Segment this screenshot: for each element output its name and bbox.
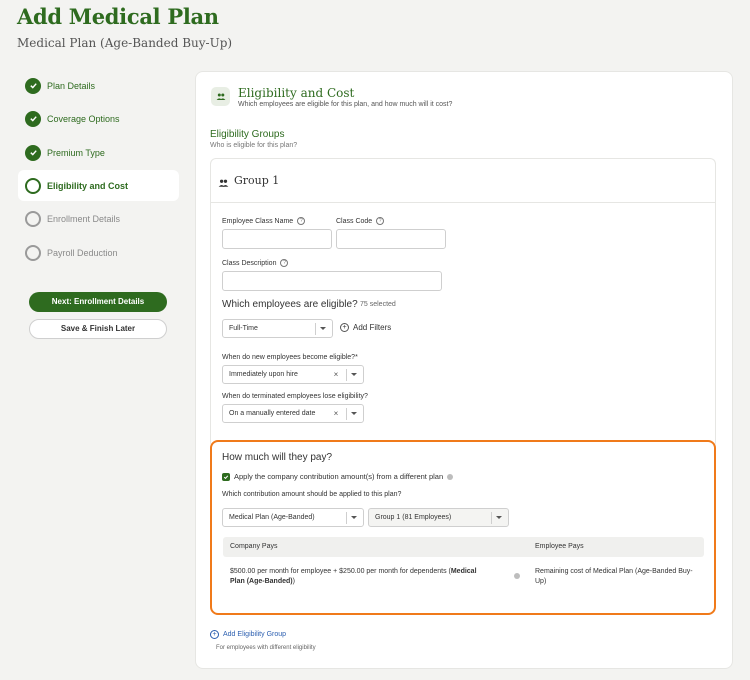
apply-contribution-checkbox[interactable] (222, 473, 230, 481)
contribution-table-header (223, 537, 704, 557)
employee-class-name-label: Employee Class Name? (222, 217, 306, 225)
next-button[interactable]: Next: Enrollment Details (29, 292, 167, 312)
divider (315, 322, 316, 335)
class-code-input[interactable] (336, 229, 446, 249)
divider (346, 368, 347, 381)
add-group-subtitle: For employees with different eligibility (216, 645, 316, 651)
help-icon[interactable]: ? (297, 217, 306, 225)
step-coverage-options[interactable]: Coverage Options (18, 103, 179, 134)
section-subtitle: Which employees are eligible for this pl… (238, 101, 453, 108)
company-pays-text: $500.00 per month for employee + $250.00… (230, 568, 451, 575)
plan-select[interactable]: Medical Plan (Age-Banded) (222, 508, 364, 527)
new-eligible-select[interactable]: Immediately upon hire × (222, 365, 364, 384)
pay-heading: How much will they pay? (222, 452, 333, 463)
select-value: On a manually entered date (229, 410, 316, 417)
column-header-company: Company Pays (230, 543, 278, 550)
label-text: Apply the company contribution amount(s)… (234, 472, 444, 481)
plus-icon: + (210, 630, 219, 639)
terminated-select[interactable]: On a manually entered date × (222, 404, 364, 423)
page-subtitle: Medical Plan (Age-Banded Buy-Up) (17, 36, 233, 50)
people-icon (211, 87, 230, 106)
chevron-down-icon (351, 373, 357, 376)
pending-step-icon (25, 210, 41, 227)
check-icon (223, 475, 229, 480)
employee-pays-cell: Remaining cost of Medical Plan (Age-Band… (535, 568, 693, 585)
check-icon (25, 144, 41, 161)
eligible-count: 75 selected (360, 301, 396, 308)
section-title: Eligibility and Cost (238, 86, 355, 100)
page-title: Add Medical Plan (17, 4, 219, 29)
select-value: Group 1 (81 Employees) (375, 514, 452, 521)
step-label: Eligibility and Cost (47, 180, 129, 191)
clear-icon[interactable]: × (330, 370, 342, 379)
label-text: Class Description (222, 259, 277, 267)
select-value: Full-Time (229, 325, 258, 332)
chevron-down-icon (351, 412, 357, 415)
help-icon[interactable]: ? (280, 259, 289, 267)
class-description-label: Class Description? (222, 259, 289, 267)
chevron-down-icon (496, 516, 502, 519)
info-icon[interactable] (447, 473, 454, 480)
add-eligibility-group-button[interactable]: + Add Eligibility Group (210, 630, 286, 639)
check-icon (25, 77, 41, 94)
company-pays-cell: $500.00 per month for employee + $250.00… (230, 567, 490, 587)
new-eligible-label: When do new employees become eligible?* (222, 354, 358, 361)
save-finish-later-button[interactable]: Save & Finish Later (29, 319, 167, 339)
class-description-input[interactable] (222, 271, 442, 291)
eligibility-groups-title: Eligibility Groups (210, 129, 285, 140)
check-icon (25, 110, 41, 127)
help-icon[interactable]: ? (376, 217, 385, 225)
step-payroll-deduction[interactable]: Payroll Deduction (18, 237, 179, 268)
company-pays-close: ) (292, 578, 295, 585)
step-eligibility-and-cost[interactable]: Eligibility and Cost (18, 170, 179, 201)
divider (491, 511, 492, 524)
step-label: Premium Type (47, 147, 105, 158)
step-plan-details[interactable]: Plan Details (18, 70, 179, 101)
label-text: Employee Class Name (222, 217, 294, 225)
plus-icon: + (340, 323, 349, 332)
employment-type-select[interactable]: Full-Time (222, 319, 333, 338)
divider (346, 407, 347, 420)
add-filters-label: Add Filters (353, 323, 392, 332)
info-icon[interactable] (514, 573, 520, 579)
divider (210, 202, 716, 203)
apply-contribution-label: Apply the company contribution amount(s)… (234, 472, 454, 481)
divider (346, 511, 347, 524)
select-value: Immediately upon hire (229, 371, 298, 378)
terminated-label: When do terminated employees lose eligib… (222, 393, 368, 400)
contribution-section (210, 440, 716, 615)
step-enrollment-details[interactable]: Enrollment Details (18, 203, 179, 234)
eligibility-groups-subtitle: Who is eligible for this plan? (210, 142, 298, 149)
select-value: Medical Plan (Age-Banded) (229, 514, 315, 521)
class-code-label: Class Code? (336, 217, 385, 225)
step-label: Enrollment Details (47, 213, 121, 224)
step-label: Coverage Options (47, 113, 120, 124)
group-title: Group 1 (234, 174, 280, 187)
step-label: Plan Details (47, 80, 96, 91)
employee-class-name-input[interactable] (222, 229, 332, 249)
which-amount-label: Which contribution amount should be appl… (222, 491, 402, 498)
add-group-label: Add Eligibility Group (223, 631, 287, 638)
step-label: Payroll Deduction (47, 247, 118, 258)
people-icon (218, 175, 229, 193)
current-step-icon (25, 177, 41, 194)
group-select[interactable]: Group 1 (81 Employees) (368, 508, 509, 527)
chevron-down-icon (351, 516, 357, 519)
label-text: Class Code (336, 217, 373, 225)
eligible-heading: Which employees are eligible? (222, 299, 358, 310)
pending-step-icon (25, 244, 41, 261)
column-header-employee: Employee Pays (535, 543, 584, 550)
add-filters-button[interactable]: + Add Filters (340, 323, 391, 332)
step-premium-type[interactable]: Premium Type (18, 137, 179, 168)
clear-icon[interactable]: × (330, 409, 342, 418)
chevron-down-icon (320, 327, 326, 330)
